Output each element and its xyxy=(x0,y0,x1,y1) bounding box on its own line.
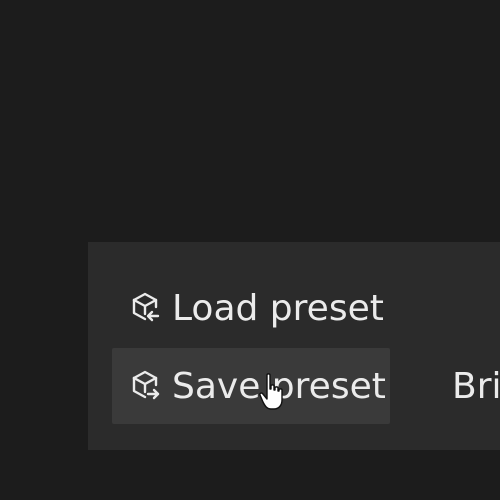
load-preset-button[interactable]: Load preset xyxy=(128,270,384,346)
cube-load-icon xyxy=(128,290,164,326)
brightness-label: Bri xyxy=(452,365,500,407)
hand-pointer-icon xyxy=(258,372,288,412)
save-preset-button[interactable]: Save preset xyxy=(112,348,390,424)
cube-save-icon xyxy=(128,368,164,404)
load-preset-label: Load preset xyxy=(172,287,384,329)
brightness-button[interactable]: Bri xyxy=(452,348,500,424)
app-canvas: Load preset Save preset Bri xyxy=(0,0,500,500)
